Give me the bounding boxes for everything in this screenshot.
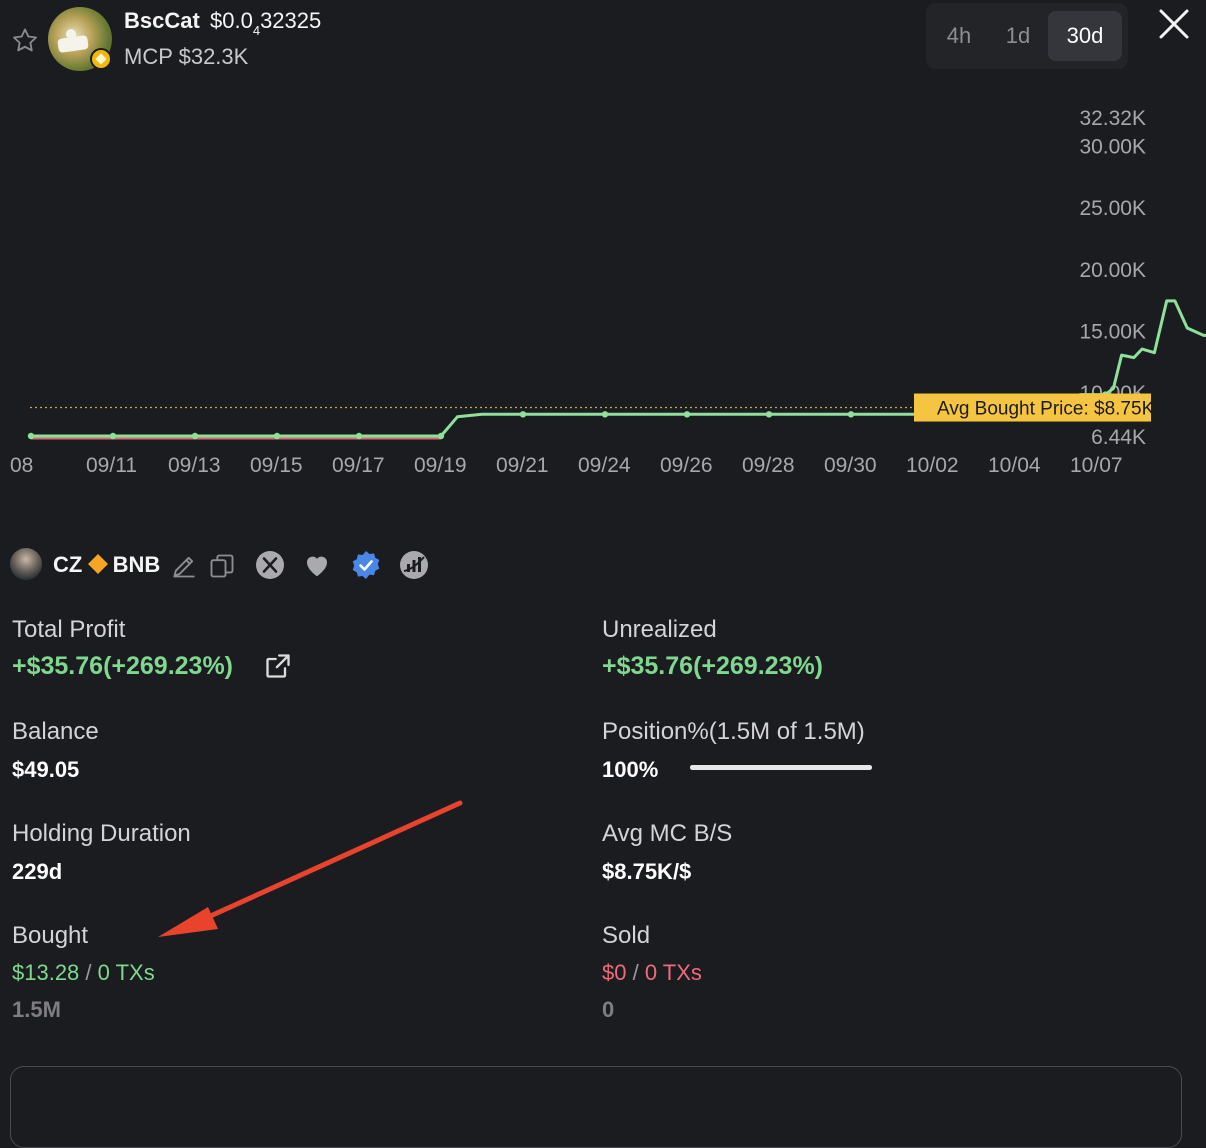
position-value: 100% [602,757,659,782]
verified-icon [352,551,380,579]
unrealized-label: Unrealized [602,616,717,643]
price-marker [601,411,609,418]
price-marker [273,432,281,440]
bnb-icon [90,48,112,70]
timeframe-selector: 4h 1d 30d [926,3,1128,69]
x-tick-label: 09/15 [250,454,303,477]
price-chart: 32.32K30.00K25.00K20.00K15.00K10.00K6.44… [10,107,1206,477]
wallet-name: CZ BNB [53,552,161,577]
star-icon[interactable] [10,26,40,56]
price-marker [437,432,445,440]
position-label: Position%(1.5M of 1.5M) [602,718,865,745]
sold-label: Sold [602,922,651,949]
annotation-arrow [158,800,463,937]
x-tick-label: 09/28 [742,454,795,477]
bought-tokens: 1.5M [12,997,61,1022]
copy-icon[interactable] [208,552,236,580]
bought-label: Bought [12,922,89,949]
heart-icon[interactable] [302,550,332,580]
price-marker [109,432,117,440]
bottom-panel [10,1066,1182,1148]
position-bar [690,765,872,770]
market-cap: MCP $32.3K [124,44,249,69]
external-link-icon[interactable] [264,652,292,680]
bought-summary: $13.28 / 0 TXs [12,960,155,986]
y-tick-label: 15.00K [1079,320,1146,343]
sold-summary: $0 / 0 TXs [602,960,702,986]
avg-mc-label: Avg MC B/S [602,820,733,847]
bnb-diamond-icon [88,554,109,574]
sold-separator: / [632,960,639,985]
timeframe-4h[interactable]: 4h [934,11,984,61]
holding-duration-value: 229d [12,859,63,884]
x-tick-label: 10/02 [906,454,959,477]
sold-txs: 0 TXs [644,960,702,985]
x-tick-label: 09/24 [578,454,631,477]
bought-amount: $13.28 [12,960,80,985]
token-price: $0.0432325 [210,8,322,38]
price-line [31,299,1206,438]
total-profit-label: Total Profit [12,616,126,643]
x-tick-label: 09/11 [86,454,137,477]
token-name: BscCat [124,8,200,33]
y-tick-label: 20.00K [1079,259,1146,282]
y-tick-label: 32.32K [1079,107,1146,130]
timeframe-30d[interactable]: 30d [1048,11,1122,61]
sold-amount: $0 [602,960,627,985]
x-tick-label: 10/07 [1070,454,1123,477]
avg-mc-value: $8.75K/$ [602,859,692,884]
bought-txs: 0 TXs [97,960,155,985]
y-tick-label: 6.44K [1091,426,1146,449]
price-marker [519,411,527,418]
price-marker [765,411,773,418]
balance-value: $49.05 [12,757,80,782]
x-tick-label: 09/30 [824,454,877,477]
price-marker [847,411,855,418]
x-tick-label: 09/19 [414,454,467,477]
y-tick-label: 30.00K [1079,136,1146,159]
x-icon[interactable] [254,549,286,581]
x-tick-label: 10/04 [988,454,1041,477]
x-tick-label: 08 [10,454,33,477]
price-marker [191,432,199,440]
chart-icon[interactable] [398,549,430,581]
balance-label: Balance [12,718,99,745]
x-tick-label: 09/17 [332,454,385,477]
x-tick-label: 09/13 [168,454,221,477]
close-icon[interactable] [1156,6,1192,42]
avg-bought-tag: Avg Bought Price: $8.75K [914,393,1155,422]
total-profit-value: +$35.76(+269.23%) [12,652,234,680]
price-marker [683,411,691,418]
x-tick-label: 09/21 [496,454,549,477]
price-marker [27,432,35,440]
edit-icon[interactable] [170,552,198,580]
wallet-avatar [10,548,42,580]
sold-tokens: 0 [602,997,615,1022]
bought-separator: / [85,960,92,985]
price-marker [355,432,363,440]
unrealized-value: +$35.76(+269.23%) [602,652,824,680]
timeframe-1d[interactable]: 1d [992,11,1044,61]
position-bar-fill [690,765,872,770]
x-tick-label: 09/26 [660,454,713,477]
svg-text:Avg Bought Price: $8.75K: Avg Bought Price: $8.75K [937,399,1155,420]
y-tick-label: 25.00K [1079,197,1146,220]
wallet-row: CZ BNB [10,548,450,582]
